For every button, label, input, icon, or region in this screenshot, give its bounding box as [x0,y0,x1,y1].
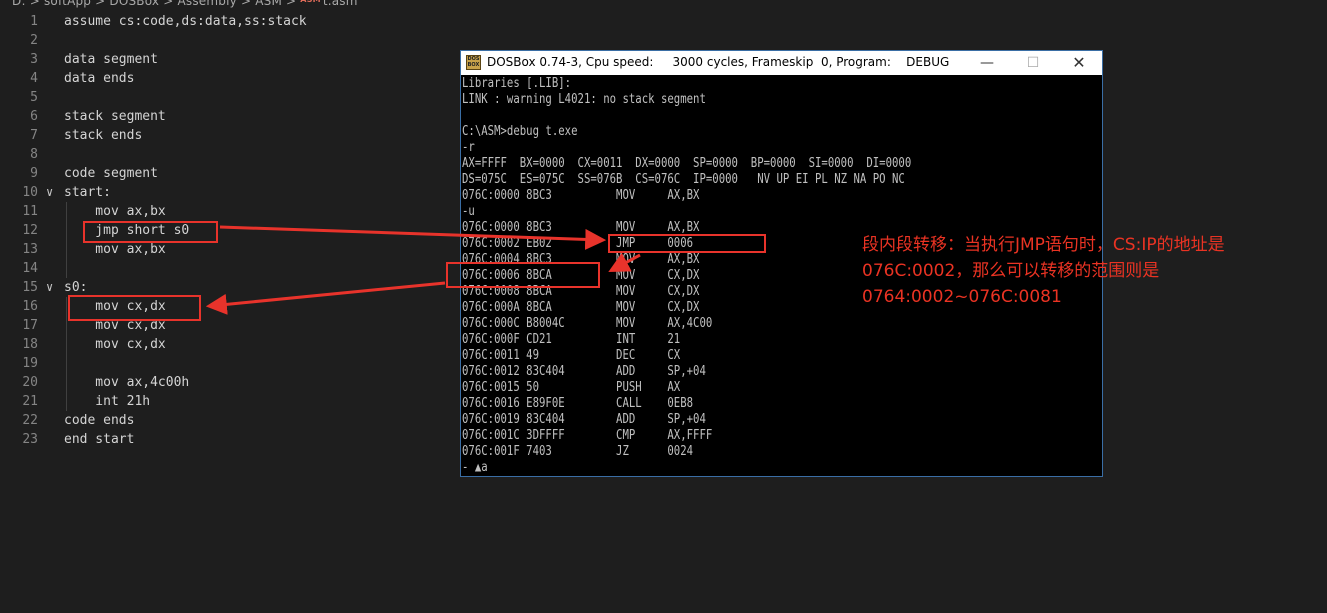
code-line[interactable]: 5 [0,88,460,107]
console-line: -r [462,140,475,155]
code-line[interactable]: 6 stack segment [0,107,460,126]
line-number: 9 [30,166,38,181]
annotation-text: 段内段转移：当执行JMP语句时，CS:IP的地址是 076C:0002，那么可以… [862,232,1292,310]
console-line: 076C:000A 8BCA MOV CX,DX [462,300,700,315]
code-line[interactable]: 1 assume cs:code,ds:data,ss:stack [0,12,460,31]
console-line: 076C:000F CD21 INT 21 [462,332,681,347]
line-number: 14 [22,261,38,276]
code-text: int 21h [64,394,151,409]
line-number: 10 [22,185,38,200]
console-line: 076C:001C 3DFFFF CMP AX,FFFF [462,428,713,443]
code-line[interactable]: 3 data segment [0,50,460,69]
line-number: 1 [30,14,38,29]
code-line[interactable]: 21 int 21h [0,392,460,411]
line-number: 15 [22,280,38,295]
breadcrumb: D: > softApp > DOSBox > Assembly > ASM >… [0,0,600,10]
code-text: code ends [64,413,135,428]
code-line[interactable]: 8 [0,145,460,164]
close-button[interactable]: ✕ [1056,51,1102,75]
code-text: mov ax,4c00h [64,375,190,390]
code-line[interactable]: 12 jmp short s0 [0,221,460,240]
code-line[interactable]: 22 code ends [0,411,460,430]
line-number: 18 [22,337,38,352]
code-text: start: [64,185,111,200]
line-number: 22 [22,413,38,428]
minimize-button[interactable]: — [964,51,1010,75]
console-line: Libraries [.LIB]: [462,76,572,91]
line-number: 2 [30,33,38,48]
console-line: DS=075C ES=075C SS=076B CS=076C IP=0000 … [462,172,905,187]
window-title: DOSBox 0.74-3, Cpu speed: 3000 cycles, F… [487,55,950,69]
code-line[interactable]: 4 data ends [0,69,460,88]
console-line: 076C:001F 7403 JZ 0024 [462,444,694,459]
line-number: 4 [30,71,38,86]
code-text: mov cx,dx [64,337,166,352]
console-line: C:\ASM>debug t.exe [462,124,578,139]
maximize-button[interactable]: ☐ [1010,51,1056,75]
line-number: 12 [22,223,38,238]
annotation-line: 076C:0002，那么可以转移的范围则是 [862,261,1160,281]
console-line: 076C:0016 E89F0E CALL 0EB8 [462,396,694,411]
line-number: 7 [30,128,38,143]
annotation-line: 0764:0002~076C:0081 [862,287,1062,307]
code-text: code segment [64,166,158,181]
highlight-jmp-source [83,221,218,243]
line-number: 3 [30,52,38,67]
code-line[interactable]: 13 mov ax,bx [0,240,460,259]
line-number: 21 [22,394,38,409]
line-number: 5 [30,90,38,105]
code-text: data ends [64,71,135,86]
line-number: 8 [30,147,38,162]
code-line[interactable]: 11 mov ax,bx [0,202,460,221]
code-text: mov ax,bx [64,204,166,219]
code-line[interactable]: 20 mov ax,4c00h [0,373,460,392]
line-number: 16 [22,299,38,314]
console-line: 076C:0011 49 DEC CX [462,348,681,363]
line-number: 11 [22,204,38,219]
line-number: 19 [22,356,38,371]
code-line[interactable]: 9 code segment [0,164,460,183]
code-text: end start [64,432,135,447]
console-line: LINK : warning L4021: no stack segment [462,92,706,107]
code-line[interactable]: 2 [0,31,460,50]
code-line[interactable]: 18 mov cx,dx [0,335,460,354]
dosbox-titlebar[interactable]: DOS BOX DOSBox 0.74-3, Cpu speed: 3000 c… [461,51,1102,75]
dosbox-app-icon: DOS BOX [466,55,481,70]
console-line: AX=FFFF BX=0000 CX=0011 DX=0000 SP=0000 … [462,156,912,171]
asm-file-icon: ASM [300,0,321,4]
chevron-down-icon[interactable]: ∨ [46,278,60,297]
code-line[interactable]: 7 stack ends [0,126,460,145]
highlight-debug-jmp [608,234,766,253]
code-text: stack segment [64,109,166,124]
code-line[interactable]: 19 [0,354,460,373]
console-line: 076C:0015 50 PUSH AX [462,380,681,395]
breadcrumb-file[interactable]: t.asm [323,0,358,8]
console-line: 076C:0000 8BC3 MOV AX,BX [462,188,700,203]
highlight-jmp-target [68,295,201,321]
code-text: stack ends [64,128,143,143]
console-line: 076C:0012 83C404 ADD SP,+04 [462,364,706,379]
console-line: -u [462,204,475,219]
code-line[interactable]: 10 ∨ start: [0,183,460,202]
code-line[interactable]: 14 [0,259,460,278]
line-number: 17 [22,318,38,333]
code-editor[interactable]: 1 assume cs:code,ds:data,ss:stack 2 3 data s… [0,12,460,452]
code-text: data segment [64,52,158,67]
breadcrumb-path[interactable]: D: > softApp > DOSBox > Assembly > ASM > [12,0,296,8]
line-number: 13 [22,242,38,257]
code-text: assume cs:code,ds:data,ss:stack [64,14,307,29]
line-number: 6 [30,109,38,124]
highlight-debug-target [446,262,600,288]
chevron-down-icon[interactable]: ∨ [46,183,60,202]
console-line: 076C:0019 83C404 ADD SP,+04 [462,412,706,427]
console-line: 076C:000C B8004C MOV AX,4C00 [462,316,713,331]
annotation-line: 段内段转移：当执行JMP语句时，CS:IP的地址是 [862,235,1225,255]
code-line[interactable]: 23 end start [0,430,460,449]
line-number: 23 [22,432,38,447]
console-line: - ▲a [462,460,488,475]
line-number: 20 [22,375,38,390]
